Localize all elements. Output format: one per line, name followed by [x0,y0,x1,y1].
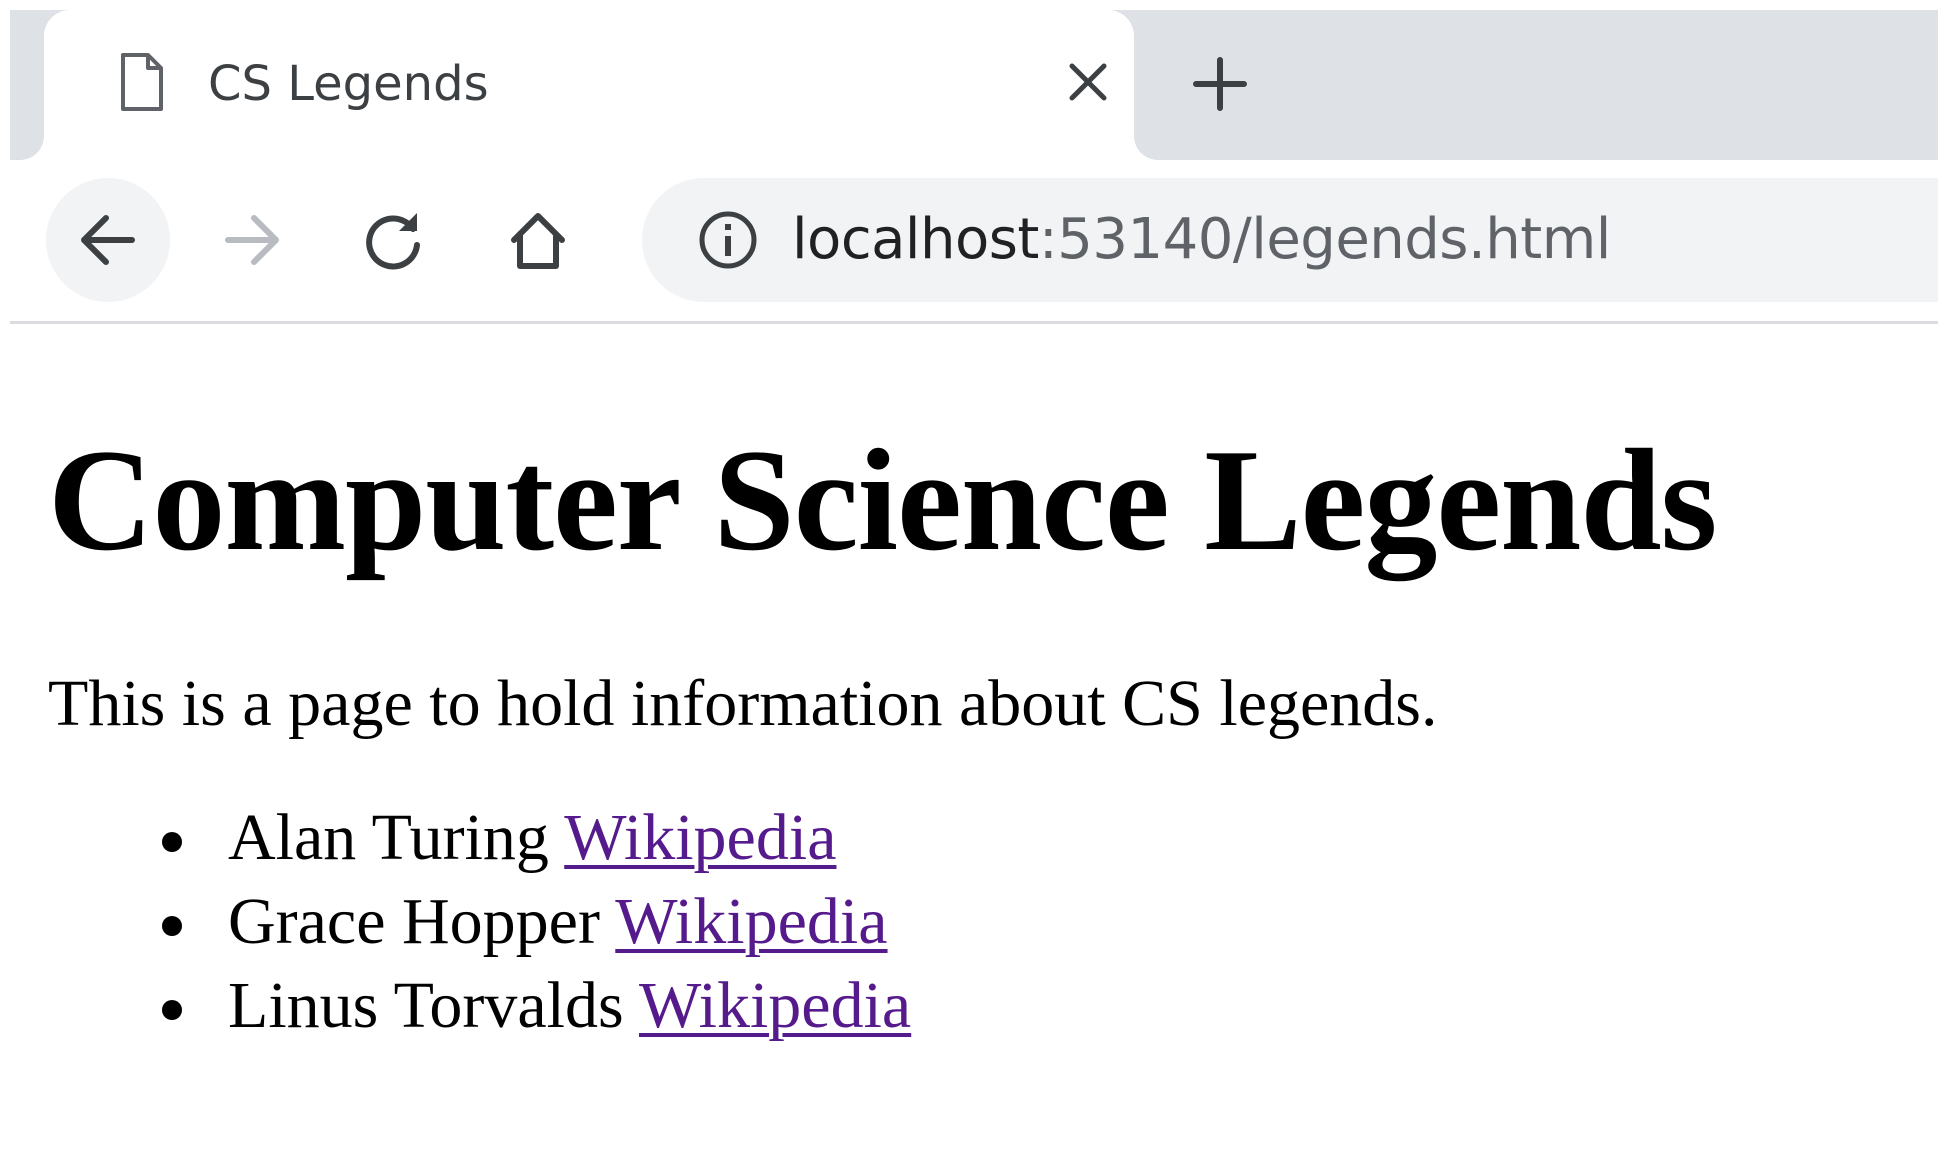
arrow-left-icon [81,215,135,265]
home-icon [511,213,565,269]
url-text[interactable]: localhost:53140/legends.html [792,202,1611,278]
wikipedia-link[interactable]: Wikipedia [564,801,836,874]
back-button[interactable] [46,178,170,302]
wikipedia-link[interactable]: Wikipedia [615,885,887,958]
home-button[interactable] [476,178,600,302]
plus-icon[interactable] [1190,54,1250,114]
reload-button[interactable] [332,178,456,302]
legend-name: Linus Torvalds [228,969,624,1042]
wikipedia-link[interactable]: Wikipedia [639,969,911,1042]
list-item: Grace Hopper Wikipedia [162,880,1908,964]
legends-list: Alan Turing Wikipedia Grace Hopper Wikip… [48,796,1908,1048]
tab-cs-legends[interactable]: CS Legends [44,10,1134,160]
tab-strip: CS Legends [10,10,1938,160]
url-path: :53140/legends.html [1038,207,1611,272]
document-icon [121,53,163,111]
url-host: localhost [792,207,1039,272]
forward-button[interactable] [190,178,314,302]
legend-name: Grace Hopper [228,885,600,958]
reload-icon [366,213,420,270]
legend-name: Alan Turing [228,801,549,874]
list-item: Alan Turing Wikipedia [162,796,1908,880]
browser-window: CS Legends localhost:53140/legends.html … [0,0,1938,1174]
intro-paragraph: This is a page to hold information about… [48,667,1438,740]
arrow-right-icon [225,215,279,265]
address-bar[interactable]: localhost:53140/legends.html [642,178,1938,302]
browser-toolbar: localhost:53140/legends.html [10,160,1938,324]
page-heading: Computer Science Legends [48,419,1717,581]
list-item: Linus Torvalds Wikipedia [162,964,1908,1048]
tab-title: CS Legends [208,56,489,112]
page-content: Computer Science Legends This is a page … [48,420,1908,1048]
info-icon[interactable] [698,210,758,270]
close-icon[interactable] [1064,58,1112,106]
